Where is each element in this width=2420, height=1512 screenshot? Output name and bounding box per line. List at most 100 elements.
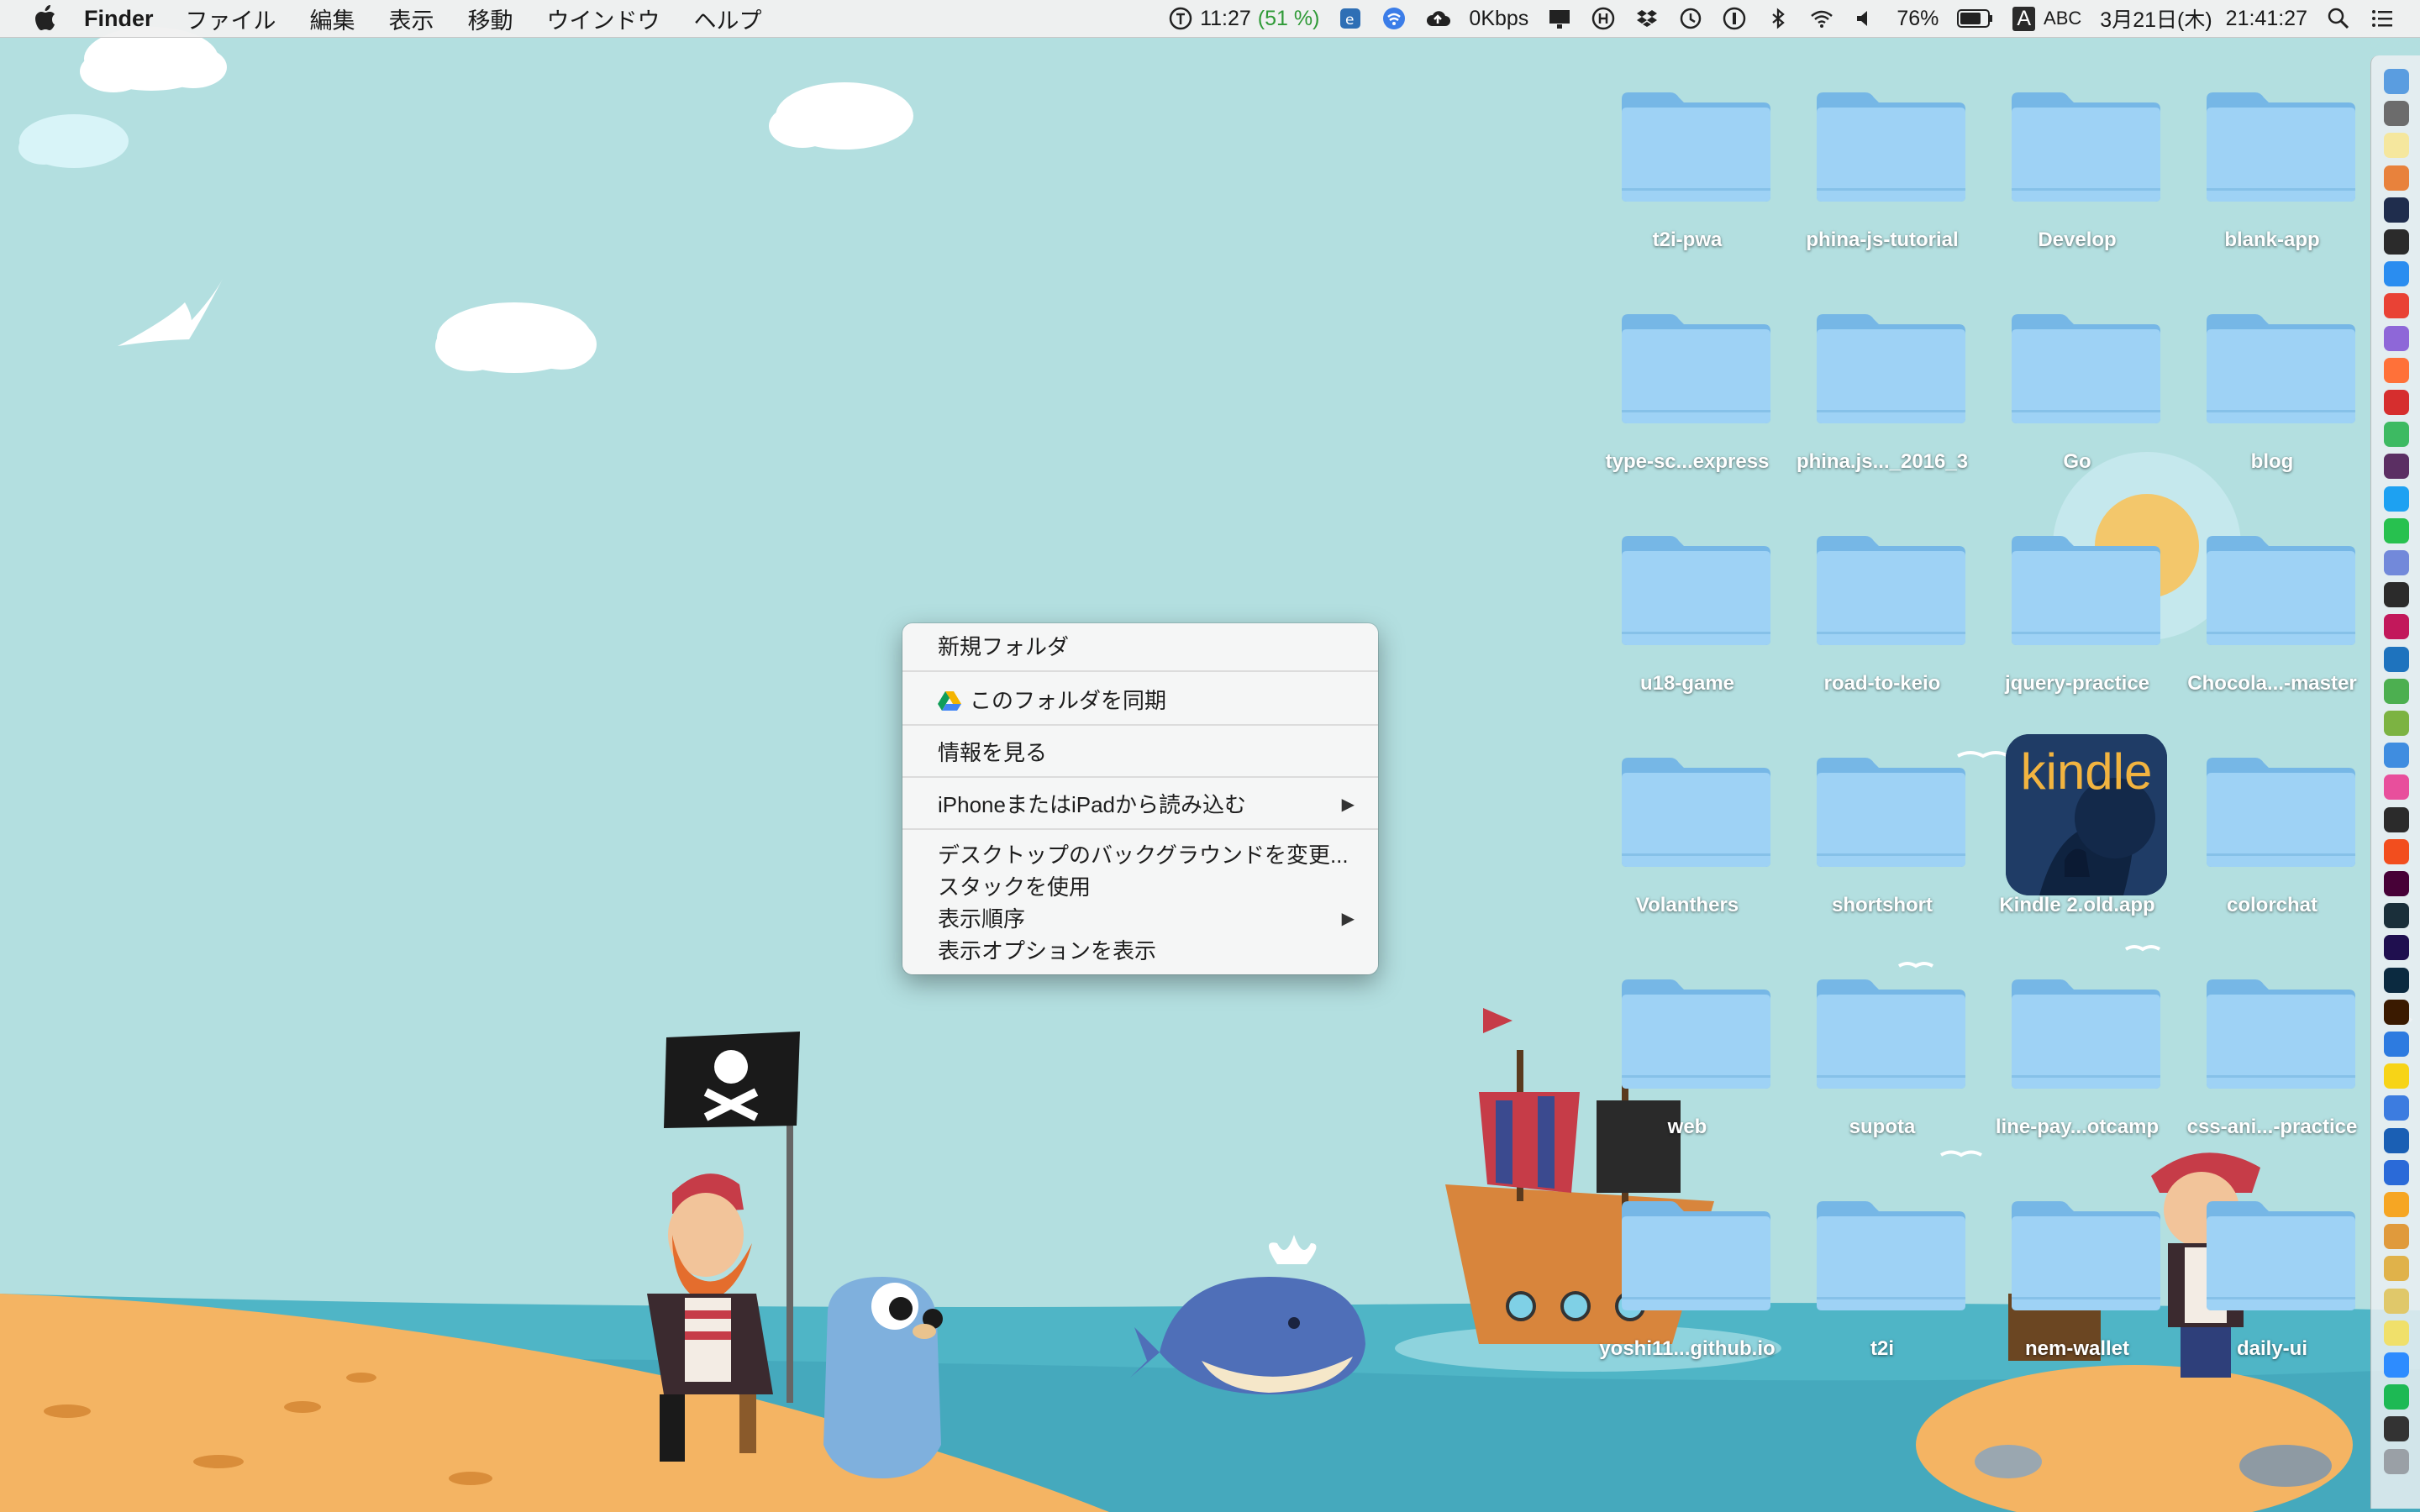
notification-center-icon[interactable] [2370, 6, 2395, 31]
desktop-folder[interactable]: road-to-keio [1786, 489, 1979, 695]
wifi-icon[interactable] [1809, 6, 1834, 31]
cloud-upload-icon[interactable] [1425, 6, 1451, 31]
desktop-app-icon[interactable]: kindle Kindle 2.old.app [1981, 711, 2174, 916]
dropbox-icon[interactable] [1634, 6, 1660, 31]
photos-icon[interactable] [2384, 165, 2409, 191]
rocket-icon[interactable] [2384, 101, 2409, 127]
timer-status[interactable]: 11:27 (51 %) [1168, 6, 1319, 31]
desktop-folder[interactable]: web [1591, 932, 1784, 1138]
desktop-folder[interactable]: Go [1981, 267, 2174, 473]
app-icon[interactable] [2384, 1320, 2409, 1346]
desktop-folder[interactable]: phina.js..._2016_3 [1786, 267, 1979, 473]
desktop-folder[interactable]: yoshi11...github.io [1591, 1154, 1784, 1360]
opera-icon[interactable] [2384, 390, 2409, 415]
battery-percent[interactable]: 76% [1897, 7, 1939, 31]
app-icon[interactable] [2384, 1095, 2409, 1121]
sketch-icon[interactable] [2384, 1192, 2409, 1217]
itunes-icon[interactable] [2384, 774, 2409, 801]
menu-item-sync-folder[interactable]: このフォルダを同期 [938, 685, 1355, 716]
menu-view[interactable]: 表示 [389, 3, 434, 35]
display-icon[interactable] [1547, 6, 1572, 31]
menu-help[interactable]: ヘルプ [694, 3, 762, 35]
desktop-folder[interactable]: colorchat [2175, 711, 2369, 916]
menu-item-change-background[interactable]: デスクトップのバックグラウンドを変更... [938, 840, 1355, 870]
app-icon[interactable] [2384, 678, 2409, 704]
lightroom-icon[interactable] [2384, 903, 2409, 929]
finder-icon[interactable] [2384, 69, 2409, 94]
app-icon[interactable] [2384, 1159, 2409, 1185]
app-icon[interactable] [2384, 1224, 2409, 1250]
desktop-folder[interactable]: blank-app [2175, 45, 2369, 251]
trash-icon[interactable] [2384, 1448, 2409, 1474]
menu-item-view-options[interactable]: 表示オプションを表示 [938, 936, 1355, 966]
time-machine-icon[interactable] [1678, 6, 1703, 31]
chrome-icon[interactable] [2384, 293, 2409, 319]
apple-icon[interactable] [32, 4, 57, 33]
battery-icon[interactable] [1957, 8, 1994, 29]
line-icon[interactable] [2384, 517, 2409, 543]
photoshop-icon[interactable] [2384, 967, 2409, 993]
after-effects-icon[interactable] [2384, 935, 2409, 961]
desktop-folder[interactable]: phina-js-tutorial [1786, 45, 1979, 251]
menu-item-import-from-iphone[interactable]: iPhoneまたはiPadから読み込む ▶ [938, 790, 1355, 820]
app-icon[interactable] [2384, 806, 2409, 832]
app-store-icon[interactable] [2384, 261, 2409, 287]
intellij-icon[interactable] [2384, 614, 2409, 640]
menu-item-use-stacks[interactable]: スタックを使用 [938, 872, 1355, 902]
menu-file[interactable]: ファイル [186, 3, 276, 35]
desktop-folder[interactable]: css-ani...-practice [2175, 932, 2369, 1138]
desktop-folder[interactable]: nem-wallet [1981, 1154, 2174, 1360]
app-icon[interactable] [2384, 422, 2409, 448]
firefox-icon[interactable] [2384, 357, 2409, 383]
xd-icon[interactable] [2384, 871, 2409, 896]
1password-icon[interactable] [1722, 6, 1747, 31]
books-icon[interactable] [2384, 1256, 2409, 1282]
quicktime-icon[interactable] [2384, 197, 2409, 223]
menu-go[interactable]: 移動 [468, 3, 513, 35]
android-icon[interactable] [2384, 711, 2409, 736]
desktop-folder[interactable]: t2i-pwa [1591, 45, 1784, 251]
wifi-hotspot-icon[interactable] [1381, 6, 1407, 31]
network-speed[interactable]: 0Kbps [1469, 7, 1528, 31]
spotlight-search-icon[interactable] [2326, 6, 2351, 31]
desktop-folder[interactable]: jquery-practice [1981, 489, 2174, 695]
app-icon[interactable] [2384, 1288, 2409, 1314]
menu-edit[interactable]: 編集 [310, 3, 355, 35]
menu-item-sort-by[interactable]: 表示順序 ▶ [938, 904, 1355, 934]
slack-icon[interactable] [2384, 454, 2409, 480]
desktop-folder[interactable]: shortshort [1786, 711, 1979, 916]
1password-icon[interactable] [2384, 1127, 2409, 1153]
volume-icon[interactable] [1853, 6, 1878, 31]
desktop-folder[interactable]: u18-game [1591, 489, 1784, 695]
app-icon[interactable] [2384, 582, 2409, 608]
bluetooth-icon[interactable] [1765, 6, 1791, 31]
xcode-icon[interactable] [2384, 743, 2409, 769]
app-icon[interactable] [2384, 1032, 2409, 1057]
desktop-folder[interactable]: daily-ui [2175, 1154, 2369, 1360]
desktop-folder[interactable]: supota [1786, 932, 1979, 1138]
zoom-icon[interactable] [2384, 1352, 2409, 1378]
input-source[interactable]: A ABC [2012, 6, 2081, 31]
evernote-icon[interactable]: e [1338, 6, 1363, 31]
desktop-folder[interactable]: Develop [1981, 45, 2174, 251]
discord-icon[interactable] [2384, 550, 2409, 575]
twitter-icon[interactable] [2384, 486, 2409, 512]
menu-item-get-info[interactable]: 情報を見る [938, 738, 1355, 768]
desktop-folder[interactable]: Chocola...-master [2175, 489, 2369, 695]
illustrator-icon[interactable] [2384, 999, 2409, 1025]
desktop-folder[interactable]: type-sc...express [1591, 267, 1784, 473]
menu-window[interactable]: ウインドウ [547, 3, 660, 35]
desktop-folder[interactable]: line-pay...otcamp [1981, 932, 2174, 1138]
terminal-icon[interactable] [2384, 229, 2409, 255]
figma-icon[interactable] [2384, 838, 2409, 864]
notes-icon[interactable] [2384, 133, 2409, 159]
desktop-folder[interactable]: Volanthers [1591, 711, 1784, 916]
desktop-folder[interactable]: blog [2175, 267, 2369, 473]
h-circle-icon[interactable] [1591, 6, 1616, 31]
spotify-icon[interactable] [2384, 1384, 2409, 1410]
app-menu-finder[interactable]: Finder [84, 6, 154, 32]
date-time[interactable]: 3月21日(木) 21:41:27 [2100, 3, 2307, 34]
app-icon[interactable] [2384, 325, 2409, 351]
desktop-folder[interactable]: t2i [1786, 1154, 1979, 1360]
kakao-icon[interactable] [2384, 1063, 2409, 1089]
